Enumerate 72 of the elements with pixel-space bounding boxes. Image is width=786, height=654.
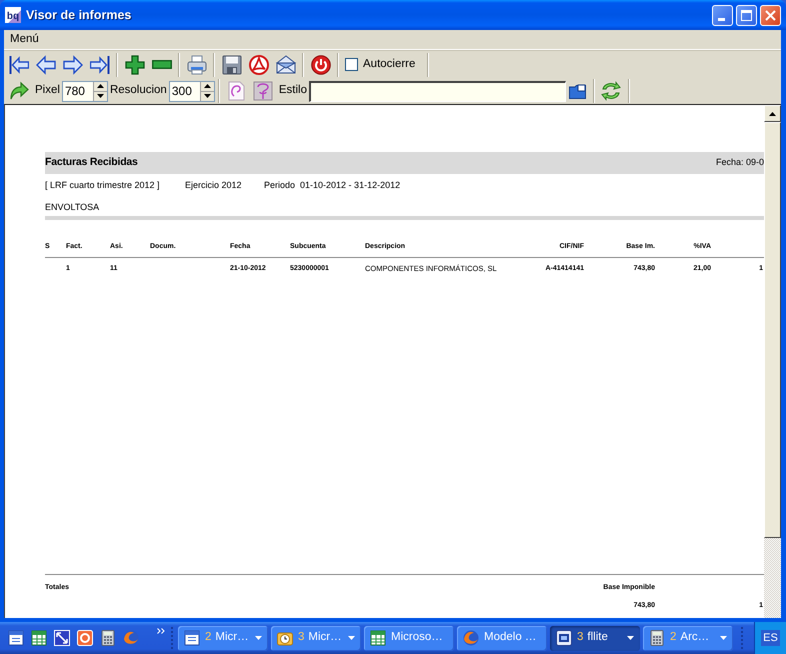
double-chevron-icon[interactable] [157,628,165,634]
language-indicator[interactable]: ES [761,630,780,646]
caret-icon [348,636,355,640]
maximize-button[interactable] [736,4,757,26]
scrollbar-thumb[interactable] [764,122,781,538]
checkbox-label[interactable]: Autocierre [363,56,416,74]
resolution-label: Resolucion [110,83,167,98]
clock-icon [277,630,293,646]
globe-icon [463,630,479,646]
window-title: Visor de informes [26,6,132,24]
printer-icon[interactable] [186,54,206,74]
maximize-icon [741,10,752,20]
document-icon [184,630,200,646]
previous-page-icon[interactable] [36,54,56,74]
first-page-icon[interactable] [8,54,28,74]
pixel-label: Pixel [35,83,60,98]
scroll-up-button[interactable] [764,105,781,122]
curl-page-icon[interactable] [226,81,246,101]
style-label: Estilo [278,83,307,98]
style-field[interactable] [308,80,566,102]
app-logo: bq [5,7,21,23]
spreadsheet-icon [370,630,386,646]
spin-down-button[interactable] [92,92,107,100]
taskbar-button[interactable]: Modelo … [457,626,547,650]
close-icon [765,10,776,20]
caret-icon [720,636,727,640]
caret-icon [255,636,262,640]
window-icon [556,630,572,646]
report-info: [ LRF cuarto trimestre 2012 ] [45,179,161,192]
power-icon[interactable] [310,54,330,74]
taskbar-button[interactable]: 3 fllite [550,626,640,650]
next-page-icon[interactable] [62,54,82,74]
up-arrow-icon[interactable] [96,84,104,88]
pin-tile-icon[interactable] [253,81,274,101]
up-arrow-icon[interactable] [204,84,211,88]
taskbar-button[interactable]: 2 Arc… [643,626,733,650]
spin-up-button[interactable] [92,82,107,92]
calculator-icon[interactable] [100,630,116,646]
last-page-icon[interactable] [90,54,110,74]
minimize-button[interactable] [712,4,733,26]
pixel-spinbox[interactable]: 780 [62,80,108,102]
menu-item[interactable]: Menú [9,30,40,48]
taskbar-button[interactable]: 2 Micr… [178,626,268,650]
spin-up-button[interactable] [200,82,214,92]
diagonal-arrows-icon[interactable] [54,630,70,646]
company-name: ENVOLTOSA [45,201,100,214]
report-info: Ejercicio 2012 [185,179,243,192]
calculator-icon [649,630,665,646]
autocierre-checkbox[interactable] [345,58,358,71]
close-button[interactable] [760,4,781,26]
taskbar-button[interactable]: 3 Micr… [271,626,361,650]
taskbar-button[interactable]: Microso… [364,626,454,650]
spreadsheet-icon[interactable] [31,630,47,646]
folder-icon[interactable] [569,84,586,98]
minus-icon[interactable] [152,60,172,69]
plus-icon[interactable] [124,54,144,74]
ring-tile-icon[interactable] [77,630,93,646]
report-date: Fecha: 09-0 [716,156,764,170]
document-icon[interactable] [8,630,24,646]
envelope-icon[interactable] [276,54,296,74]
curved-arrow-icon[interactable] [8,81,28,101]
down-arrow-icon[interactable] [204,94,211,98]
report-title: Facturas Recibidas [45,155,138,170]
up-arrow-icon [769,112,776,116]
spin-down-button[interactable] [200,92,214,100]
down-arrow-icon[interactable] [96,94,104,98]
minimize-icon [718,18,725,20]
caret-icon [627,636,634,640]
report-info: Periodo 01-10-2012 - 31-12-2012 [264,179,400,192]
resolution-spinbox[interactable]: 300 [168,80,215,102]
pdf-icon[interactable] [248,54,268,74]
refresh-icon[interactable] [601,81,622,101]
